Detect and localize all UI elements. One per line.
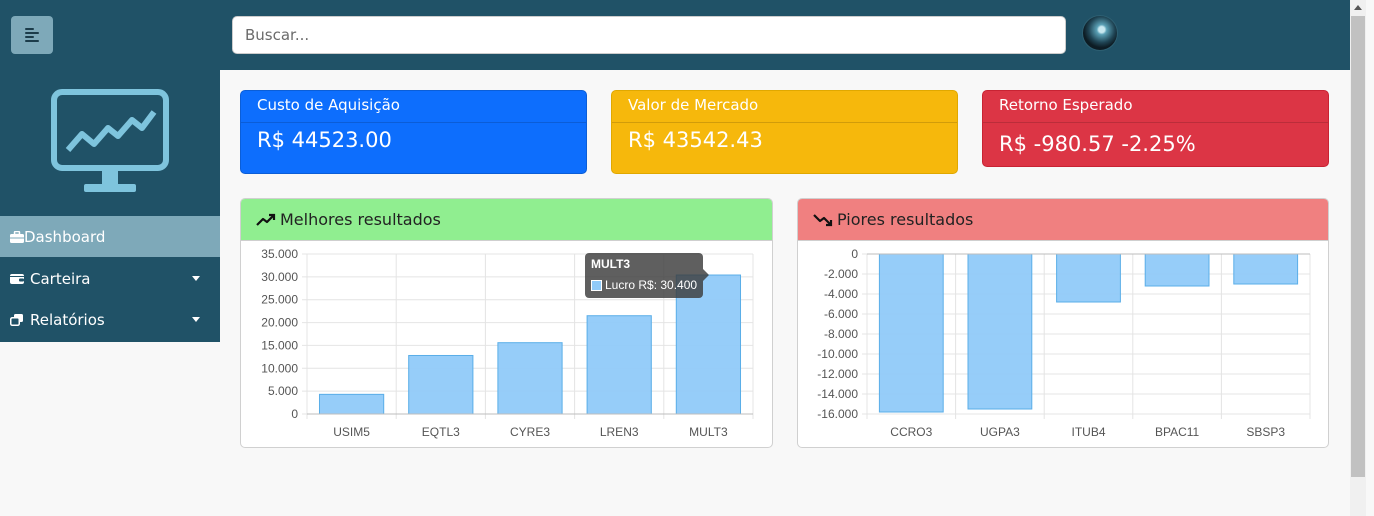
menu-icon-line [25,40,39,42]
y-tick-label: 20.000 [261,316,298,330]
tooltip-label: Lucro R$: 30.400 [605,278,698,292]
x-tick-label: UGPA3 [980,425,1020,439]
sidebar-item-label: Dashboard [24,227,106,246]
x-tick-label: CCRO3 [890,425,932,439]
x-tick-label: MULT3 [689,425,728,439]
x-tick-label: LREN3 [600,425,639,439]
panel-header: Piores resultados [798,199,1328,241]
wallet-icon [10,273,24,284]
y-tick-label: -8.000 [824,327,858,341]
bar [1056,253,1121,303]
y-tick-label: 5.000 [268,384,298,398]
menu-icon-line [25,32,39,34]
sidebar-item-label: Relatórios [30,310,105,329]
sidebar: Dashboard Carteira Relatórios [0,70,220,342]
market-value-card: Valor de Mercado R$ 43542.43 [611,90,958,174]
card-title: Valor de Mercado [612,91,957,123]
briefcase-icon [10,230,24,243]
card-value: R$ 44523.00 [257,128,392,152]
bar [1233,253,1299,285]
card-value: R$ -980.57 -2.25% [999,132,1196,156]
bar [408,354,474,415]
y-tick-label: 25.000 [261,293,298,307]
x-tick-label: CYRE3 [510,425,550,439]
expected-return-card: Retorno Esperado R$ -980.57 -2.25% [982,90,1329,167]
y-tick-label: 0 [851,247,858,261]
bar [497,342,563,415]
y-tick-label: -6.000 [824,307,858,321]
bar [318,393,385,415]
panel-title: Melhores resultados [280,210,441,229]
user-avatar[interactable] [1082,15,1118,51]
bar [1144,253,1210,287]
y-tick-label: -4.000 [824,287,858,301]
worst-results-panel: Piores resultados 0 -2.000 -4.000 -6.000 -8.… [797,198,1329,448]
bar [967,253,1033,410]
scroll-up-icon[interactable] [1354,5,1362,10]
x-tick-label: ITUB4 [1071,425,1105,439]
chart-tooltip: MULT3 Lucro R$: 30.400 [585,253,709,298]
legend-swatch [591,279,602,291]
monitor-chart-icon [51,89,169,192]
y-tick-label: 10.000 [261,361,298,375]
y-tick-label: -12.000 [817,367,858,381]
page-scrollbar[interactable] [1350,0,1366,516]
panel-header: Melhores resultados [241,199,772,241]
scrollbar-thumb[interactable] [1351,16,1365,477]
menu-icon [25,28,34,30]
tooltip-row: Lucro R$: 30.400 [591,278,697,292]
y-tick-label: 30.000 [261,270,298,284]
chevron-down-icon [192,276,200,281]
y-tick-label: -10.000 [817,347,858,361]
best-results-panel: Melhores resultados 0 5.000 10.000 15.000 20… [240,198,773,448]
card-value: R$ 43542.43 [628,128,763,152]
y-tick-label: 35.000 [261,247,298,261]
x-tick-label: SBSP3 [1246,425,1285,439]
y-tick-label: 15.000 [261,338,298,352]
tooltip-title: MULT3 [591,257,631,271]
sidebar-item-relatorios[interactable]: Relatórios [0,299,220,340]
menu-icon-line [25,36,34,38]
y-tick-label: 0 [291,407,298,421]
y-tick-label: -14.000 [817,387,858,401]
sidebar-item-dashboard[interactable]: Dashboard [0,216,220,257]
trend-down-icon [813,213,833,226]
sidebar-item-label: Carteira [30,269,91,288]
card-title: Retorno Esperado [983,91,1328,123]
worst-results-chart: 0 -2.000 -4.000 -6.000 -8.000 -10.000 -12.000 -… [817,247,1311,439]
chevron-down-icon [192,317,200,322]
x-tick-label: EQTL3 [422,425,460,439]
acquisition-cost-card: Custo de Aquisição R$ 44523.00 [240,90,587,174]
y-tick-label: -16.000 [817,407,858,421]
x-tick-label: BPAC11 [1155,425,1200,439]
panel-title: Piores resultados [837,210,974,229]
top-navbar [0,0,1350,70]
card-title: Custo de Aquisição [241,91,586,123]
sidebar-item-carteira[interactable]: Carteira [0,258,220,299]
trend-up-icon [256,213,276,226]
search-input[interactable] [232,16,1066,54]
y-tick-label: -2.000 [824,267,858,281]
bar [586,315,652,415]
x-tick-label: USIM5 [333,425,370,439]
copy-icon [10,313,23,326]
sidebar-toggle-button[interactable] [11,16,53,54]
bar [878,253,944,413]
